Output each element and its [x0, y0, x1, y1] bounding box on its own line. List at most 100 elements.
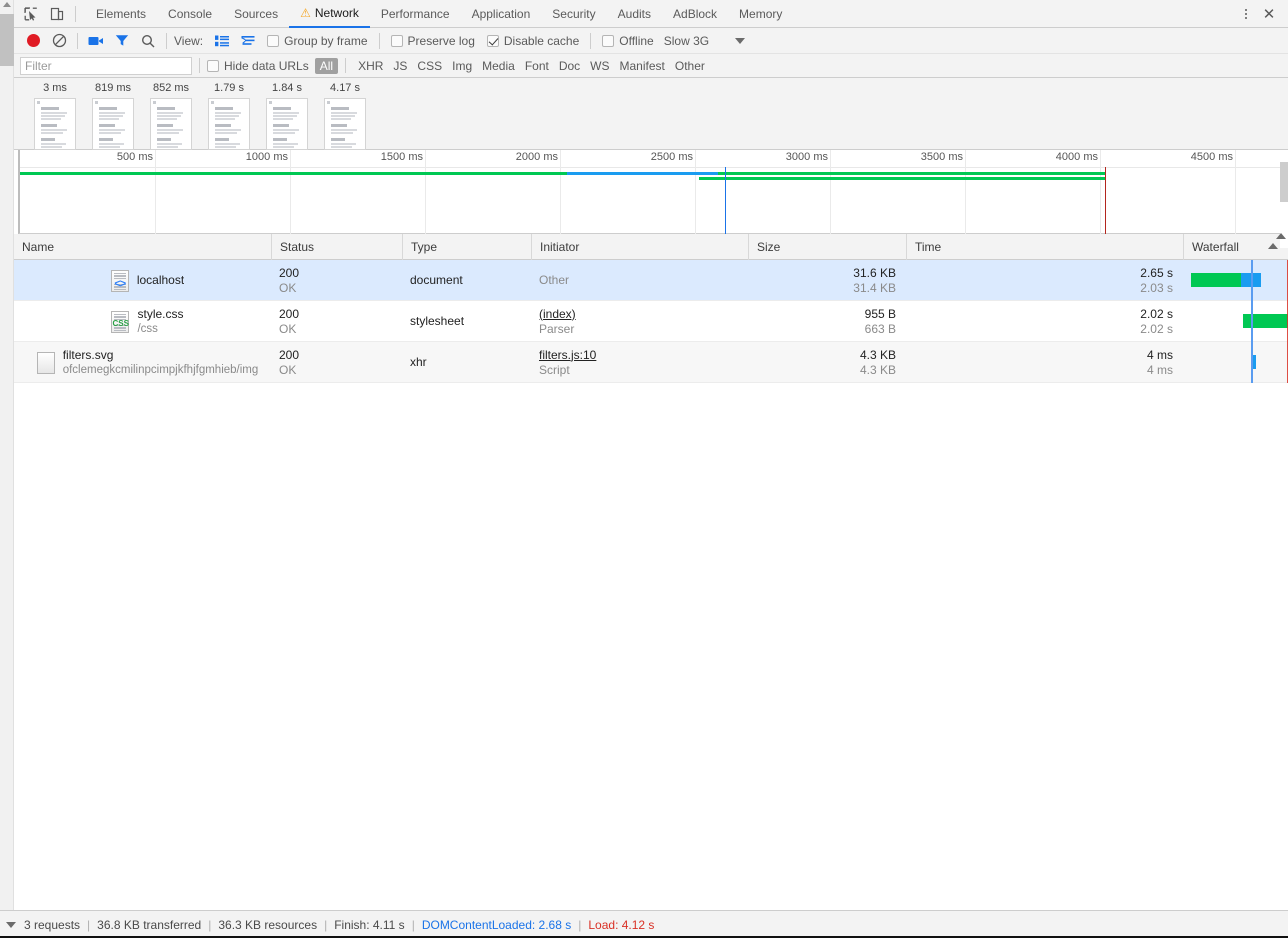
overview-tick-label: 2000 ms [515, 151, 558, 163]
overview-gridline: 1500 ms [381, 150, 426, 234]
column-header-name[interactable]: Name [14, 234, 271, 260]
filter-type-js[interactable]: JS [388, 58, 412, 74]
request-initiator-link[interactable]: (index) [539, 307, 748, 322]
column-header-size[interactable]: Size [748, 234, 906, 260]
table-row[interactable]: CSS style.css/css 200 OK stylesheet (index) Pa… [14, 301, 1288, 342]
filter-type-manifest[interactable]: Manifest [615, 58, 670, 74]
search-button[interactable] [135, 29, 161, 53]
overview-gridline: 3500 ms [921, 150, 966, 234]
more-options-icon[interactable] [1236, 2, 1256, 26]
filmstrip-frame[interactable]: 1.84 s [264, 82, 310, 150]
request-type: document [410, 273, 463, 287]
tab-memory[interactable]: Memory [728, 0, 793, 28]
filter-type-css[interactable]: CSS [412, 58, 447, 74]
column-header-status[interactable]: Status [271, 234, 402, 260]
inspect-element-icon[interactable] [18, 1, 44, 27]
filter-button[interactable] [109, 29, 135, 53]
filmstrip-frame-time: 1.84 s [272, 82, 302, 94]
tab-label: Elements [96, 6, 147, 21]
sort-ascending-icon[interactable] [1268, 243, 1278, 249]
request-initiator-link[interactable]: filters.js:10 [539, 348, 748, 363]
close-devtools-icon[interactable]: ✕ [1256, 1, 1282, 27]
column-header-type[interactable]: Type [402, 234, 531, 260]
tabbar-separator [75, 5, 76, 22]
checkbox-label: Group by frame [284, 33, 368, 48]
throttling-select[interactable]: Slow 3G [664, 34, 709, 48]
filmstrip-frame[interactable]: 4.17 s [322, 82, 368, 150]
chevron-down-icon[interactable] [735, 37, 746, 44]
tab-adblock[interactable]: AdBlock [662, 0, 728, 28]
request-type: xhr [410, 355, 427, 369]
record-button[interactable] [20, 29, 46, 53]
table-scroll-up-arrow-icon[interactable] [1276, 233, 1286, 239]
column-header-waterfall[interactable]: Waterfall [1183, 234, 1288, 260]
offline-checkbox[interactable]: Offline [602, 33, 654, 48]
filmstrip-frame[interactable]: 819 ms [90, 82, 136, 150]
disable-cache-checkbox[interactable]: Disable cache [486, 33, 580, 48]
show-overview-button[interactable] [235, 29, 261, 53]
clear-button[interactable] [46, 29, 72, 53]
tab-audits[interactable]: Audits [607, 0, 662, 28]
table-row[interactable]: <> localhost 200 OK document Other 31.6 KB 31.4… [14, 260, 1288, 301]
load-time: Load: 4.12 s [588, 917, 655, 932]
dcl-divider-line [1251, 260, 1253, 301]
collapse-icon[interactable] [6, 921, 16, 928]
toolbar-separator-2 [166, 32, 167, 49]
filter-type-font[interactable]: Font [520, 58, 554, 74]
tab-console[interactable]: Console [157, 0, 223, 28]
column-header-time[interactable]: Time [906, 234, 1183, 260]
filter-type-img[interactable]: Img [447, 58, 477, 74]
file-type-badge: CSS [112, 318, 129, 328]
devtools-main: Elements Console Sources ⚠ Network Perfo… [14, 0, 1288, 938]
filmstrip-frame[interactable]: 3 ms [32, 82, 78, 150]
large-request-rows-button[interactable] [209, 29, 235, 53]
table-row[interactable]: filters.svg ofclemegkcmilinpcimpjkfhjfgmh… [14, 342, 1288, 383]
tab-performance[interactable]: Performance [370, 0, 461, 28]
request-path: /css [137, 322, 158, 335]
preserve-log-checkbox[interactable]: Preserve log [390, 34, 475, 48]
toolbar-separator-3 [378, 32, 380, 49]
outer-vertical-scrollbar[interactable] [0, 0, 14, 938]
overview-tick-label: 4500 ms [1190, 151, 1233, 163]
filter-type-xhr[interactable]: XHR [353, 58, 388, 74]
scrollbar-thumb[interactable] [1280, 162, 1288, 202]
checkbox-label: Disable cache [503, 33, 580, 48]
filter-input[interactable] [20, 56, 192, 75]
tab-security[interactable]: Security [541, 0, 606, 28]
status-separator: | [208, 917, 212, 932]
request-count: 3 requests [24, 917, 81, 932]
request-size: 4.3 KB [859, 347, 896, 362]
tab-application[interactable]: Application [461, 0, 542, 28]
filmstrip-frame-time: 852 ms [152, 82, 190, 94]
hide-data-urls-checkbox[interactable]: Hide data URLs [207, 59, 309, 73]
capture-screenshots-button[interactable] [83, 29, 109, 53]
tab-network[interactable]: ⚠ Network [289, 0, 370, 28]
checkbox-label: Offline [619, 33, 654, 48]
tab-sources[interactable]: Sources [223, 0, 289, 28]
toggle-device-toolbar-icon[interactable] [44, 1, 70, 27]
network-status-bar: 3 requests | 36.8 KB transferred | 36.3 … [0, 910, 1288, 938]
tab-label: Memory [739, 6, 783, 21]
devtools-window: Elements Console Sources ⚠ Network Perfo… [0, 0, 1288, 938]
checkbox-box [486, 34, 499, 47]
filmstrip-frame[interactable]: 852 ms [148, 82, 194, 150]
scroll-up-arrow-icon[interactable] [3, 2, 11, 7]
scrollbar-thumb[interactable] [0, 14, 14, 66]
request-status-text: OK [279, 362, 297, 377]
filter-type-ws[interactable]: WS [585, 58, 614, 74]
column-header-label: Time [915, 240, 942, 254]
group-by-frame-checkbox[interactable]: Group by frame [267, 33, 368, 48]
tab-elements[interactable]: Elements [85, 0, 157, 28]
tab-label: AdBlock [673, 6, 718, 21]
network-overview-timeline[interactable]: 500 ms 1000 ms 1500 ms 2000 ms 2500 ms 3000 m… [18, 150, 1288, 234]
filter-type-other[interactable]: Other [670, 58, 710, 74]
filmstrip-frame-time: 819 ms [94, 82, 132, 94]
dcl-divider-line [1251, 342, 1253, 383]
filmstrip-frame[interactable]: 1.79 s [206, 82, 252, 150]
filmstrip-frame-thumbnail [324, 98, 366, 150]
filter-type-media[interactable]: Media [477, 58, 520, 74]
tab-label: Console [168, 6, 213, 21]
column-header-initiator[interactable]: Initiator [531, 234, 748, 260]
filter-type-doc[interactable]: Doc [554, 58, 585, 74]
filter-type-all[interactable]: All [314, 57, 339, 74]
